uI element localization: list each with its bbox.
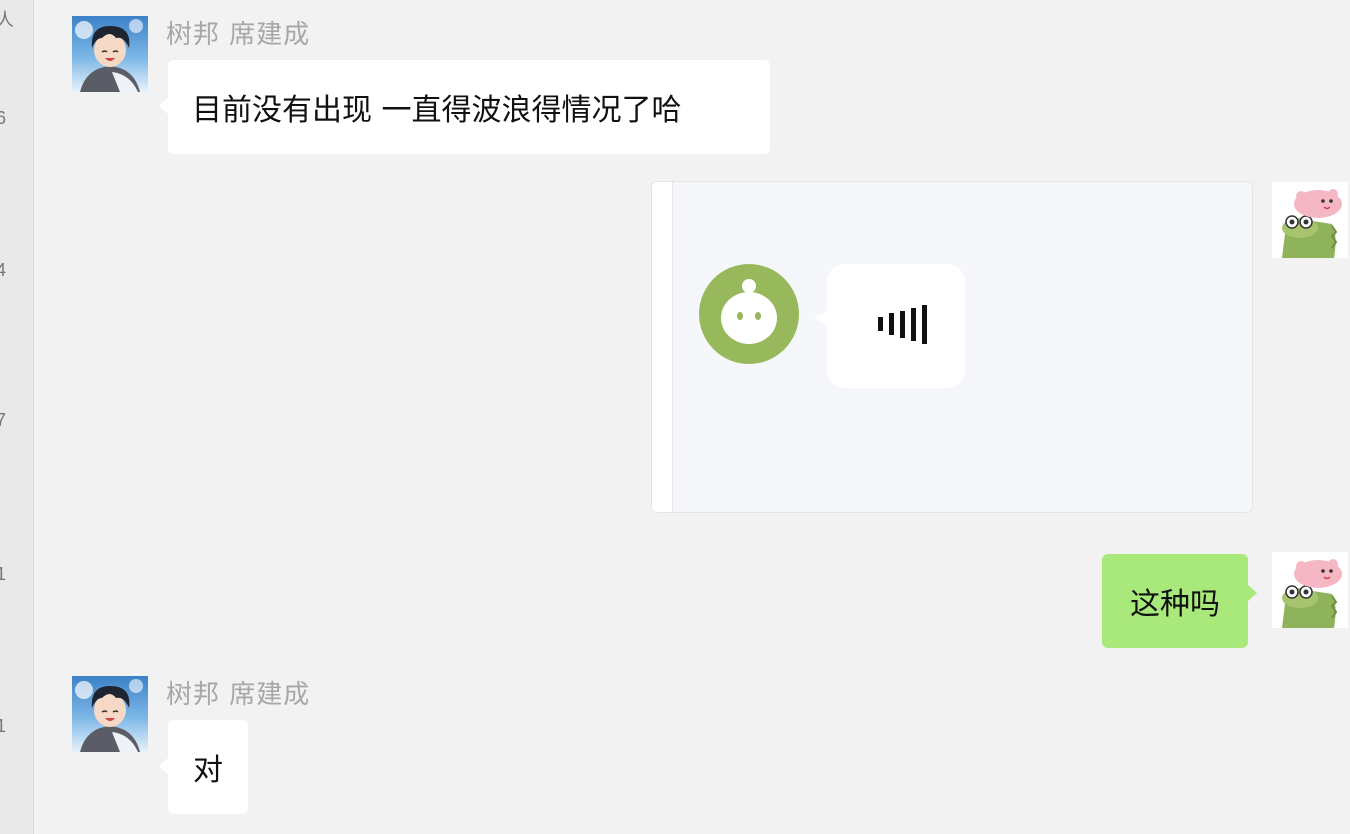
voice-wave-icon [878,305,927,344]
left-pane-char: 1 [0,564,7,584]
left-pane-char: 1 [0,716,7,736]
message-bubble[interactable]: 这种吗 [1102,554,1248,648]
my-avatar[interactable] [1272,552,1348,628]
left-pane-char: 7 [0,410,7,430]
bubble-tail [159,758,168,774]
message-bubble[interactable]: 目前没有出现 一直得波浪得情况了哈 [168,60,770,154]
contact-avatar[interactable] [72,16,148,92]
my-avatar[interactable] [1272,182,1348,258]
left-pane-char: 人 [0,10,14,30]
bubble-tail [1248,585,1257,601]
shared-card[interactable] [651,181,1253,513]
sender-name: 树邦 席建成 [166,20,311,50]
voice-message-bubble[interactable] [827,264,965,388]
sender-name: 树邦 席建成 [166,680,311,710]
left-pane-char: 6 [0,108,7,128]
card-rail [652,182,673,512]
left-pane-char: 4 [0,260,7,280]
bot-avatar-icon [699,264,799,364]
bubble-tail [159,98,168,114]
message-bubble[interactable]: 对 [168,720,248,814]
left-pane-edge: 人 6 4 7 1 1 [0,0,34,834]
contact-avatar[interactable] [72,676,148,752]
voice-bubble-tail [815,310,827,326]
